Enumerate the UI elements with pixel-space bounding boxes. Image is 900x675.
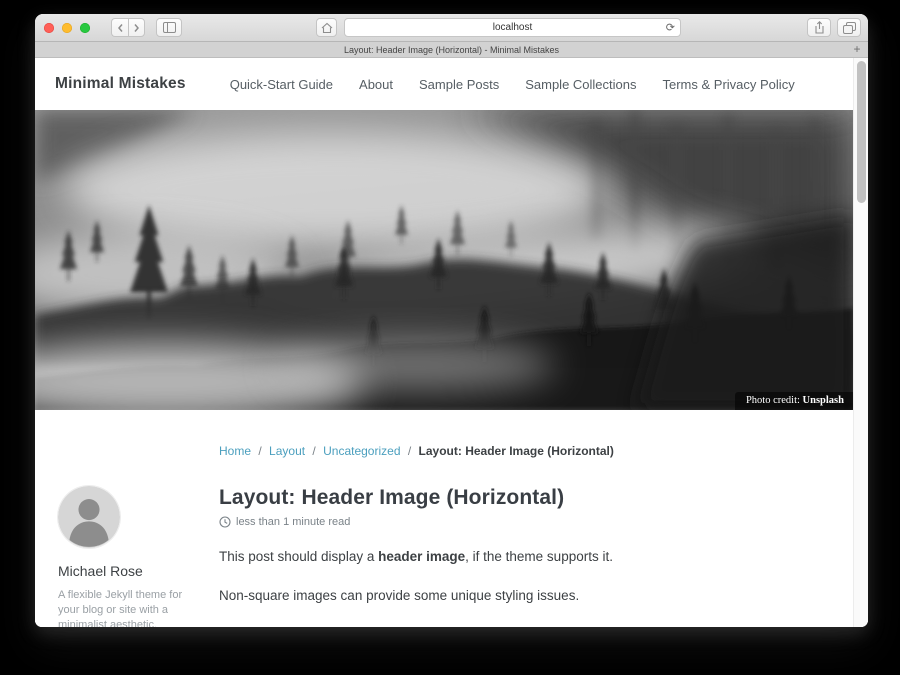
browser-toolbar: localhost ⟳ [35,14,868,42]
post-title: Layout: Header Image (Horizontal) [219,486,813,510]
url-text: localhost [493,22,532,33]
breadcrumb-uncategorized[interactable]: Uncategorized [323,444,400,458]
scrollbar-thumb[interactable] [857,61,866,203]
person-silhouette-icon [58,486,120,548]
zoom-button[interactable] [80,23,90,33]
share-button[interactable] [807,18,831,37]
history-nav-group [111,18,145,37]
clock-icon [219,516,231,528]
address-bar[interactable]: localhost ⟳ [344,18,681,37]
web-content: Minimal Mistakes Quick-Start Guide About… [35,58,868,627]
browser-window: localhost ⟳ Layout: Header Image (Horizo… [35,14,868,627]
author-name: Michael Rose [58,563,219,579]
chevron-left-icon [117,23,124,33]
breadcrumb: Home / Layout / Uncategorized / Layout: … [219,444,853,458]
breadcrumb-current: Layout: Header Image (Horizontal) [419,444,614,458]
paragraph: This post tests a horizontal header imag… [219,624,813,627]
breadcrumb-home[interactable]: Home [219,444,251,458]
site-title-link[interactable]: Minimal Mistakes [55,75,186,93]
author-sidebar: Michael Rose A flexible Jekyll theme for… [35,486,219,627]
nav-sample-collections[interactable]: Sample Collections [525,77,636,92]
masthead: Minimal Mistakes Quick-Start Guide About… [35,58,853,110]
article: Layout: Header Image (Horizontal) less t… [219,486,853,627]
foggy-forest-image [35,110,853,410]
photo-credit-label: Photo credit: [746,395,803,406]
breadcrumb-layout[interactable]: Layout [269,444,305,458]
paragraph-text: This post should display a [219,549,378,564]
header-image: Photo credit: Unsplash [35,110,853,410]
minimize-button[interactable] [62,23,72,33]
forward-button[interactable] [128,18,145,37]
tabs-icon [843,22,856,34]
nav-sample-posts[interactable]: Sample Posts [419,77,499,92]
avatar [58,486,120,548]
active-tab[interactable]: Layout: Header Image (Horizontal) - Mini… [344,45,559,55]
nav-about[interactable]: About [359,77,393,92]
site-nav: Quick-Start Guide About Sample Posts Sam… [230,77,821,92]
post-meta: less than 1 minute read [219,516,813,528]
tab-overview-button[interactable] [837,18,861,37]
chevron-right-icon [133,23,140,33]
content-row: Michael Rose A flexible Jekyll theme for… [35,486,853,627]
breadcrumb-separator: / [408,444,411,458]
breadcrumb-separator: / [258,444,261,458]
paragraph-bold-text: header image [378,549,465,564]
sidebar-icon [163,22,176,33]
paragraph: Non-square images can provide some uniqu… [219,586,813,606]
breadcrumb-separator: / [312,444,315,458]
sidebar-toggle-button[interactable] [156,18,182,37]
author-bio: A flexible Jekyll theme for your blog or… [58,588,184,627]
paragraph-text: , if the theme supports it. [465,549,613,564]
reload-button[interactable]: ⟳ [666,20,675,36]
post-body: This post should display a header image,… [219,547,813,627]
home-button[interactable] [316,18,337,37]
window-controls [44,23,98,33]
photo-credit-caption: Photo credit: Unsplash [735,392,853,410]
photo-credit-link[interactable]: Unsplash [803,395,844,406]
new-tab-button[interactable]: + [850,42,864,57]
tab-bar: Layout: Header Image (Horizontal) - Mini… [35,42,868,58]
read-time: less than 1 minute read [236,516,350,528]
page-body: Home / Layout / Uncategorized / Layout: … [35,444,853,627]
back-button[interactable] [111,18,128,37]
close-button[interactable] [44,23,54,33]
vertical-scrollbar[interactable] [853,58,868,627]
paragraph: This post should display a header image,… [219,547,813,567]
nav-quick-start-guide[interactable]: Quick-Start Guide [230,77,333,92]
page: Minimal Mistakes Quick-Start Guide About… [35,58,853,627]
home-icon [321,22,333,34]
nav-terms-privacy-policy[interactable]: Terms & Privacy Policy [663,77,795,92]
share-icon [814,21,825,34]
